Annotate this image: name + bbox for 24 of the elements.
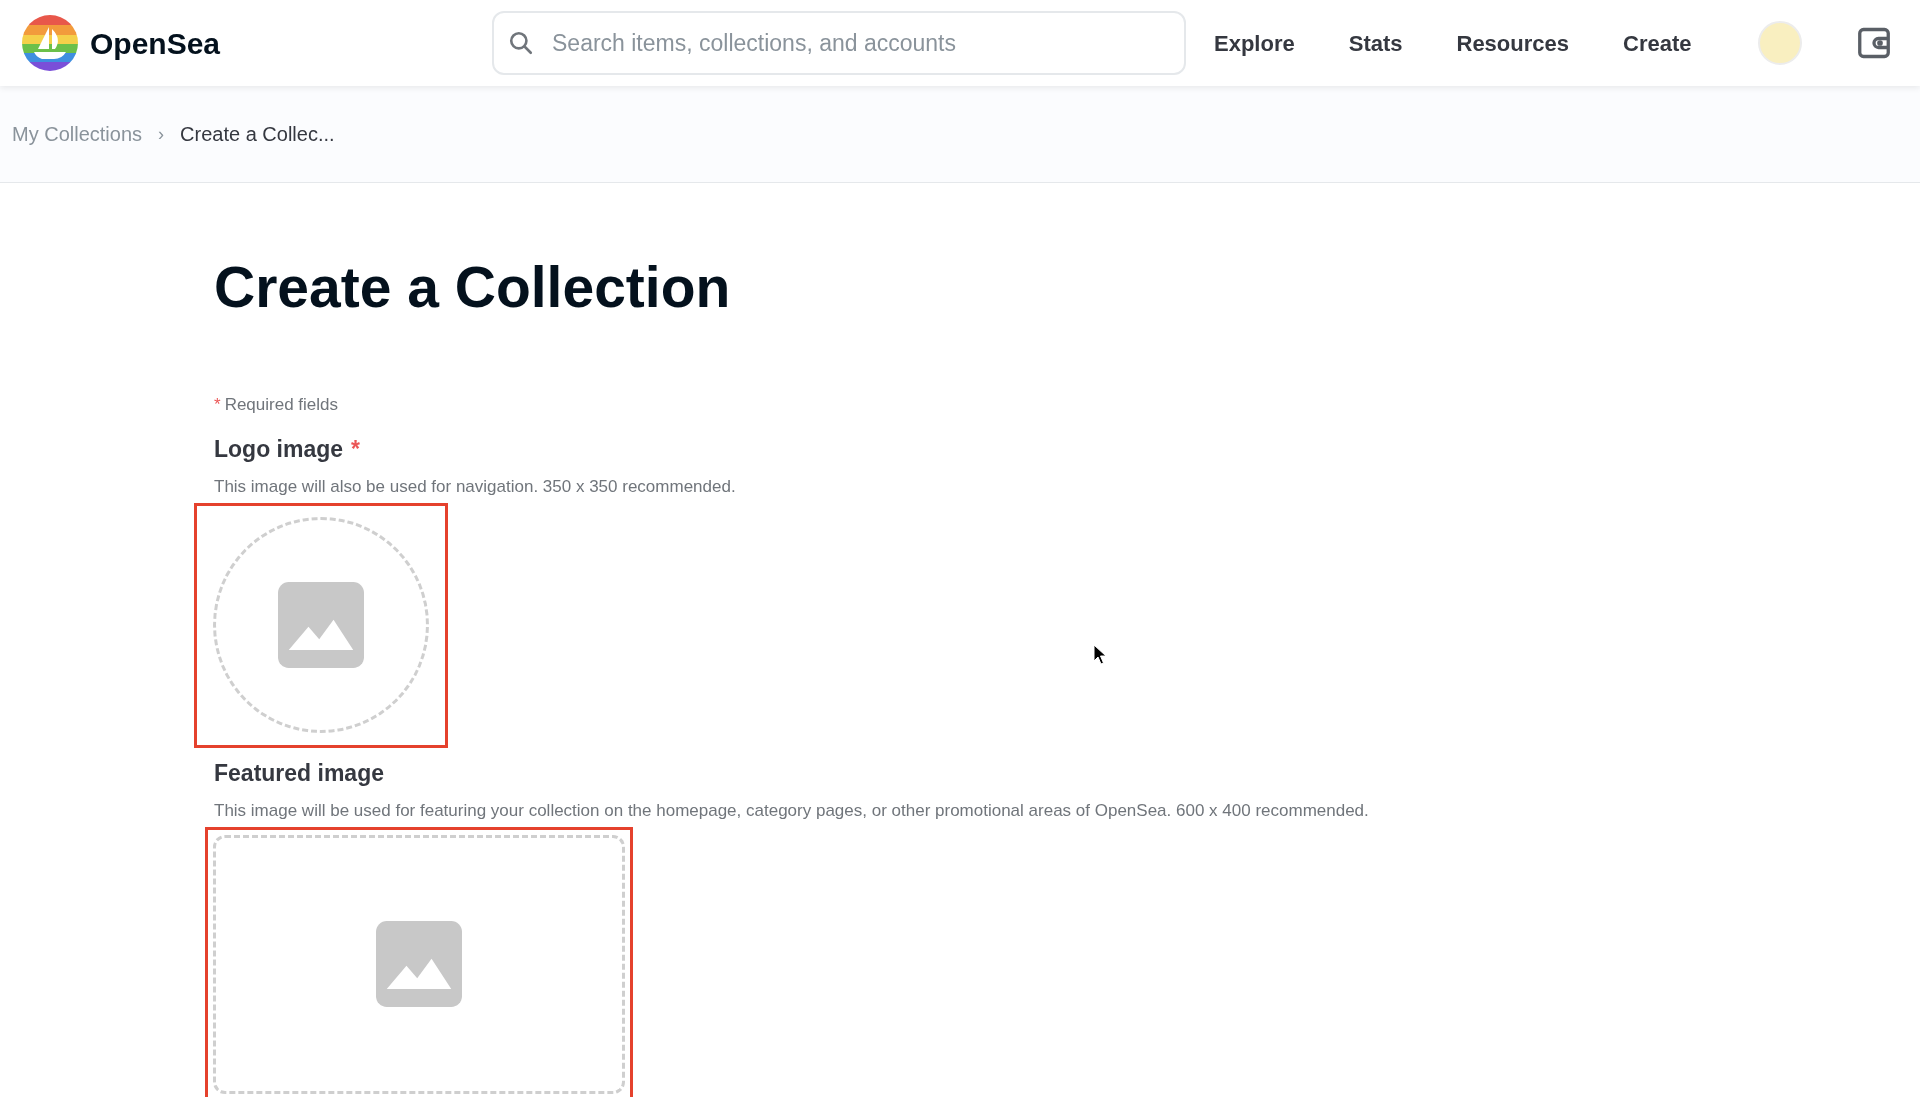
logo-icon[interactable] <box>22 15 78 71</box>
logo-upload-area[interactable] <box>213 517 429 733</box>
nav-link[interactable]: Explore <box>1214 26 1295 60</box>
wallet-icon[interactable] <box>1855 25 1892 61</box>
image-icon <box>376 921 462 1007</box>
field-description: This image will be used for featuring your collection on the homepage, category pages, or other promotional areas of OpenSea. 600 x 400 recommended. <box>214 800 1370 822</box>
search-field[interactable]: Search items, collections, and accounts <box>492 11 1186 75</box>
field-label: Featured image <box>214 758 384 788</box>
field-description: This image will also be used for navigation. 350 x 350 recommended. <box>214 476 737 498</box>
image-icon <box>278 582 364 668</box>
breadcrumb-separator: › <box>158 122 165 146</box>
avatar[interactable] <box>1757 21 1802 65</box>
search-icon <box>508 30 534 56</box>
mouse-cursor-icon <box>1093 644 1107 666</box>
field-label: Logo image <box>214 434 344 464</box>
nav-link[interactable]: Create <box>1623 26 1692 60</box>
nav-link[interactable]: Resources <box>1456 26 1569 60</box>
breadcrumb-link[interactable]: Create a Collec... <box>180 119 335 149</box>
brand-name[interactable]: OpenSea <box>90 20 221 66</box>
required-note: Required fields <box>224 394 339 416</box>
required-mark: * <box>214 394 221 416</box>
page-title: Create a Collection <box>214 259 732 316</box>
required-mark: * <box>351 434 360 464</box>
nav-link[interactable]: Stats <box>1348 26 1403 60</box>
